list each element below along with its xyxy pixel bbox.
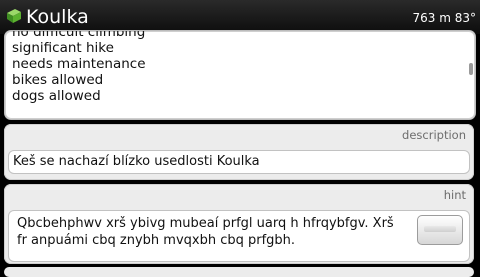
description-panel: description Keš se nachazí blízko usedlo… (4, 124, 474, 180)
hint-field[interactable]: Qbcbehphwv xrš ybivg mubeaí prfgl uarq h… (8, 210, 470, 262)
attribute-item: no difficult climbing (12, 30, 146, 40)
hint-panel: hint Qbcbehphwv xrš ybivg mubeaí prfgl u… (4, 184, 474, 264)
attributes-list: no difficult climbing significant hike n… (12, 30, 146, 104)
next-panel (4, 267, 474, 277)
cache-box-icon (7, 9, 21, 23)
hint-label: hint (443, 188, 466, 202)
attribute-item: significant hike (12, 40, 114, 56)
description-label: description (402, 128, 466, 142)
decode-hint-button[interactable] (417, 215, 463, 245)
attribute-item: bikes allowed (12, 72, 104, 88)
distance-bearing-readout: 763 m 83° (412, 11, 477, 25)
attribute-item: dogs allowed (12, 88, 101, 104)
app-title: Koulka (26, 6, 89, 28)
description-text: Keš se nachazí blízko usedlosti Koulka (13, 154, 260, 169)
attributes-panel[interactable]: no difficult climbing significant hike n… (4, 30, 476, 120)
title-bar: Koulka 763 m 83° (0, 0, 480, 34)
attribute-item: needs maintenance (12, 56, 146, 72)
scrollbar-thumb[interactable] (469, 63, 473, 75)
hint-text: Qbcbehphwv xrš ybivg mubeaí prfgl uarq h… (17, 216, 394, 248)
description-field[interactable]: Keš se nachazí blízko usedlosti Koulka (8, 150, 470, 174)
